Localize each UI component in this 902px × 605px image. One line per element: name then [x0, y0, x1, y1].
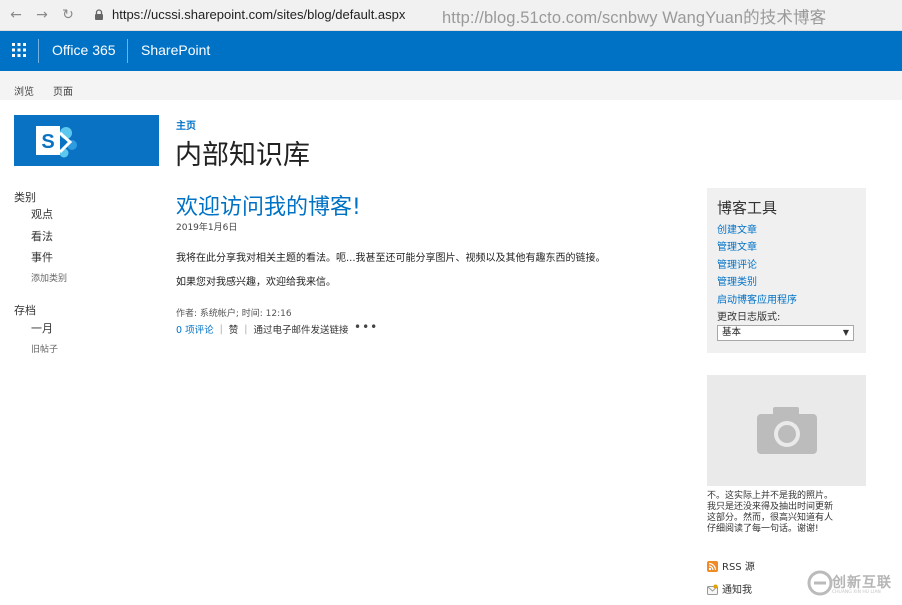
ribbon: 浏览 页面	[0, 71, 902, 100]
rss-label: RSS 源	[722, 562, 755, 573]
camera-icon	[757, 407, 817, 454]
post-title[interactable]: 欢迎访问我的博客!	[176, 189, 361, 221]
tab-browse[interactable]: 浏览	[14, 83, 34, 98]
email-link[interactable]: 通过电子邮件发送链接	[254, 322, 349, 336]
address-bar[interactable]: https://ucssi.sharepoint.com/sites/blog/…	[112, 7, 405, 22]
browser-toolbar: ← → ↻ https://ucssi.sharepoint.com/sites…	[0, 0, 902, 31]
nav-item-archive-month[interactable]: 一月	[31, 320, 53, 336]
rss-link[interactable]: RSS 源	[707, 558, 755, 573]
post-paragraph: 如果您对我感兴趣，欢迎给我来信。	[176, 277, 336, 288]
arrow-right-icon[interactable]: →	[34, 7, 50, 23]
lock-icon	[95, 9, 103, 20]
arrow-left-icon[interactable]: ←	[8, 7, 24, 23]
rss-icon	[707, 561, 718, 572]
add-category-link[interactable]: 添加类别	[31, 271, 67, 284]
blog-tools-title: 博客工具	[717, 199, 778, 217]
divider: |	[244, 323, 248, 335]
create-post-link[interactable]: 创建文章	[717, 221, 757, 236]
suite-bar: Office 365 SharePoint	[0, 31, 902, 71]
archive-heading: 存档	[14, 304, 36, 317]
nav-item-category[interactable]: 看法	[31, 228, 53, 244]
site-logo[interactable]: S	[14, 115, 159, 166]
sharepoint-link[interactable]: SharePoint	[141, 42, 210, 58]
launch-blog-app-link[interactable]: 启动博客应用程序	[717, 291, 797, 306]
notify-link[interactable]: 通知我	[707, 581, 752, 596]
reload-icon[interactable]: ↻	[60, 7, 76, 23]
categories-heading: 类别	[14, 191, 36, 204]
watermark-logo-icon	[807, 570, 833, 596]
watermark-logo-subtext: CHUANG XIN HU LIAN	[832, 590, 881, 595]
post-meta: 作者: 系统帐户; 时间: 12:16	[176, 309, 292, 319]
suite-divider	[38, 39, 39, 63]
more-options-icon[interactable]: •••	[354, 320, 378, 334]
office365-link[interactable]: Office 365	[52, 42, 116, 58]
layout-select-value: 基本	[722, 327, 742, 338]
post-paragraph: 我将在此分享我对相关主题的看法。呃...我甚至还可能分享图片、视频以及其他有趣东…	[176, 253, 606, 264]
svg-text:S: S	[41, 131, 54, 153]
comments-link[interactable]: 0 项评论	[176, 322, 214, 336]
manage-comments-link[interactable]: 管理评论	[717, 256, 757, 271]
old-posts-link[interactable]: 旧帖子	[31, 342, 58, 355]
photo-caption: 不。这实际上并不是我的照片。我只是还没来得及抽出时间更新这部分。然而，很高兴知道…	[707, 491, 834, 534]
post-actions: 0 项评论 | 赞 | 通过电子邮件发送链接	[176, 322, 349, 337]
layout-label: 更改日志版式:	[717, 312, 781, 323]
divider: |	[219, 323, 223, 335]
page-title: 内部知识库	[175, 140, 310, 171]
alert-icon	[707, 584, 718, 595]
nav-item-category[interactable]: 事件	[31, 249, 53, 265]
watermark-logo-text: 创新互联	[832, 575, 892, 591]
waffle-icon[interactable]	[12, 43, 26, 57]
suite-divider	[127, 39, 128, 63]
like-link[interactable]: 赞	[229, 322, 239, 336]
manage-posts-link[interactable]: 管理文章	[717, 238, 757, 253]
sharepoint-logo-icon: S	[36, 126, 77, 158]
chevron-down-icon: ▼	[842, 328, 849, 337]
watermark-text: http://blog.51cto.com/scnbwy WangYuan的技术…	[442, 9, 827, 27]
tab-page[interactable]: 页面	[53, 83, 73, 98]
notify-label: 通知我	[722, 585, 752, 596]
breadcrumb-home[interactable]: 主页	[176, 117, 196, 132]
manage-categories-link[interactable]: 管理类别	[717, 273, 757, 288]
nav-item-category[interactable]: 观点	[31, 206, 53, 222]
post-date: 2019年1月6日	[176, 223, 238, 233]
layout-select[interactable]: 基本 ▼	[717, 325, 854, 341]
photo-placeholder	[707, 375, 866, 486]
